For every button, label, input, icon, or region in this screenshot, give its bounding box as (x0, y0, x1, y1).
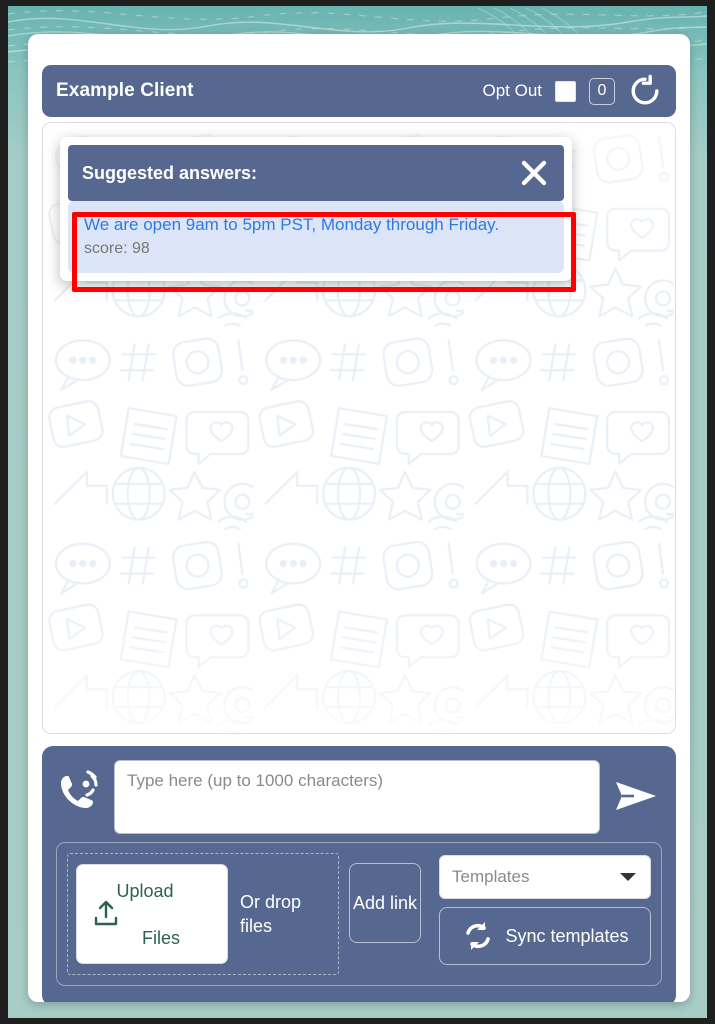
templates-select[interactable]: Templates (439, 855, 651, 899)
message-count-badge: 0 (589, 77, 615, 105)
opt-out-label: Opt Out (482, 81, 542, 100)
templates-column: Templates Sync templates (439, 855, 651, 965)
sync-templates-label: Sync templates (505, 925, 629, 946)
templates-selected-value: Templates (452, 867, 530, 886)
suggestion-score: score: 98 (84, 240, 150, 258)
composer-input-row (56, 760, 662, 834)
client-name: Example Client (56, 80, 194, 101)
refresh-icon[interactable] (628, 74, 662, 108)
sync-icon (466, 922, 491, 950)
composer-tools-row: Upload Files Or drop files Add link Temp… (56, 842, 662, 986)
drop-files-hint: Or drop files (240, 891, 302, 936)
suggestion-text[interactable]: We are open 9am to 5pm PST, Monday throu… (84, 214, 548, 235)
suggested-answers-panel: Suggested answers: We are open 9am to 5p… (60, 137, 572, 282)
list-item[interactable]: We are open 9am to 5pm PST, Monday throu… (68, 201, 564, 274)
send-button[interactable] (610, 772, 662, 823)
header-controls: Opt Out 0 (482, 74, 662, 108)
suggested-answers-header: Suggested answers: (68, 145, 564, 201)
file-dropzone[interactable]: Upload Files Or drop files (67, 853, 339, 975)
add-link-button[interactable]: Add link (349, 863, 421, 943)
suggested-answers-list: We are open 9am to 5pm PST, Monday throu… (68, 201, 564, 274)
message-input[interactable] (114, 760, 600, 834)
opt-out-checkbox[interactable] (555, 80, 576, 102)
chevron-down-icon (620, 873, 636, 881)
close-icon[interactable] (516, 155, 552, 191)
conversation-header: Example Client Opt Out 0 (42, 65, 676, 117)
message-composer: Upload Files Or drop files Add link Temp… (42, 746, 676, 1002)
sync-templates-button[interactable]: Sync templates (439, 907, 651, 965)
suggested-answers-title: Suggested answers: (82, 162, 258, 183)
app-card: Example Client Opt Out 0 Suggested answe… (28, 34, 690, 1002)
send-icon (616, 782, 656, 810)
upload-icon (94, 900, 118, 926)
upload-label-line2: Files (141, 928, 180, 948)
page-background: Example Client Opt Out 0 Suggested answe… (8, 6, 707, 1018)
phone-call-icon (61, 770, 98, 808)
upload-files-button[interactable]: Upload Files (76, 864, 228, 964)
